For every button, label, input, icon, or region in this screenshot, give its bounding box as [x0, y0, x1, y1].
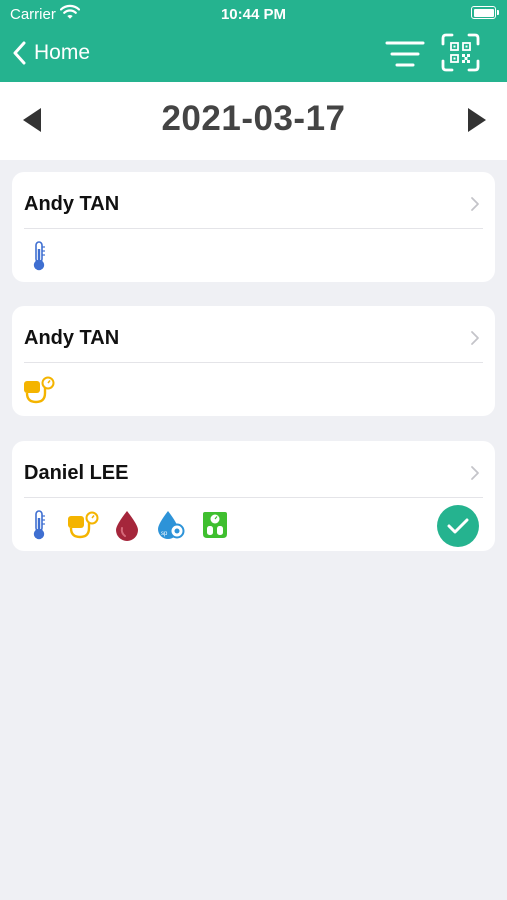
- record-card[interactable]: Andy TAN: [12, 172, 495, 282]
- blood-glucose-icon: [110, 508, 144, 542]
- top-bar: Carrier 10:44 PM Home: [0, 0, 507, 82]
- qr-code-icon: [441, 33, 480, 72]
- qr-scan-button[interactable]: [441, 33, 480, 72]
- patient-name: Andy TAN: [24, 193, 120, 215]
- status-bar: Carrier 10:44 PM: [0, 0, 507, 30]
- weight-scale-icon: [198, 508, 232, 542]
- thermometer-icon: [22, 508, 56, 542]
- thermometer-icon: [22, 239, 56, 273]
- spo2-icon: sp: [154, 508, 188, 542]
- record-card[interactable]: Andy TAN: [12, 306, 495, 416]
- patient-name: Daniel LEE: [24, 462, 129, 484]
- triangle-right-icon: [468, 108, 486, 132]
- patient-name: Andy TAN: [24, 327, 120, 349]
- back-label: Home: [34, 41, 91, 64]
- back-button[interactable]: Home: [12, 38, 90, 68]
- divider: [24, 362, 483, 363]
- chevron-right-icon: [471, 331, 479, 345]
- svg-text:sp: sp: [161, 531, 168, 537]
- completed-check-icon: [437, 505, 479, 547]
- chevron-left-icon: [13, 41, 26, 65]
- measurement-icons: sp: [22, 505, 242, 545]
- status-time: 10:44 PM: [220, 6, 287, 23]
- menu-lines-icon: [385, 41, 425, 67]
- measurement-icons: [22, 236, 66, 276]
- divider: [24, 497, 483, 498]
- blood-pressure-icon: [22, 373, 56, 407]
- current-date: 2021-03-17: [161, 99, 346, 138]
- chevron-right-icon: [471, 197, 479, 211]
- divider: [24, 228, 483, 229]
- measurement-icons: [22, 370, 66, 410]
- record-card[interactable]: Daniel LEE sp: [12, 441, 495, 551]
- next-date-button[interactable]: [467, 107, 487, 133]
- chevron-right-icon: [471, 466, 479, 480]
- battery-icon: [471, 6, 499, 19]
- filter-menu-button[interactable]: [385, 40, 425, 68]
- blood-pressure-icon: [66, 508, 100, 542]
- date-navigator: 2021-03-17: [0, 82, 507, 160]
